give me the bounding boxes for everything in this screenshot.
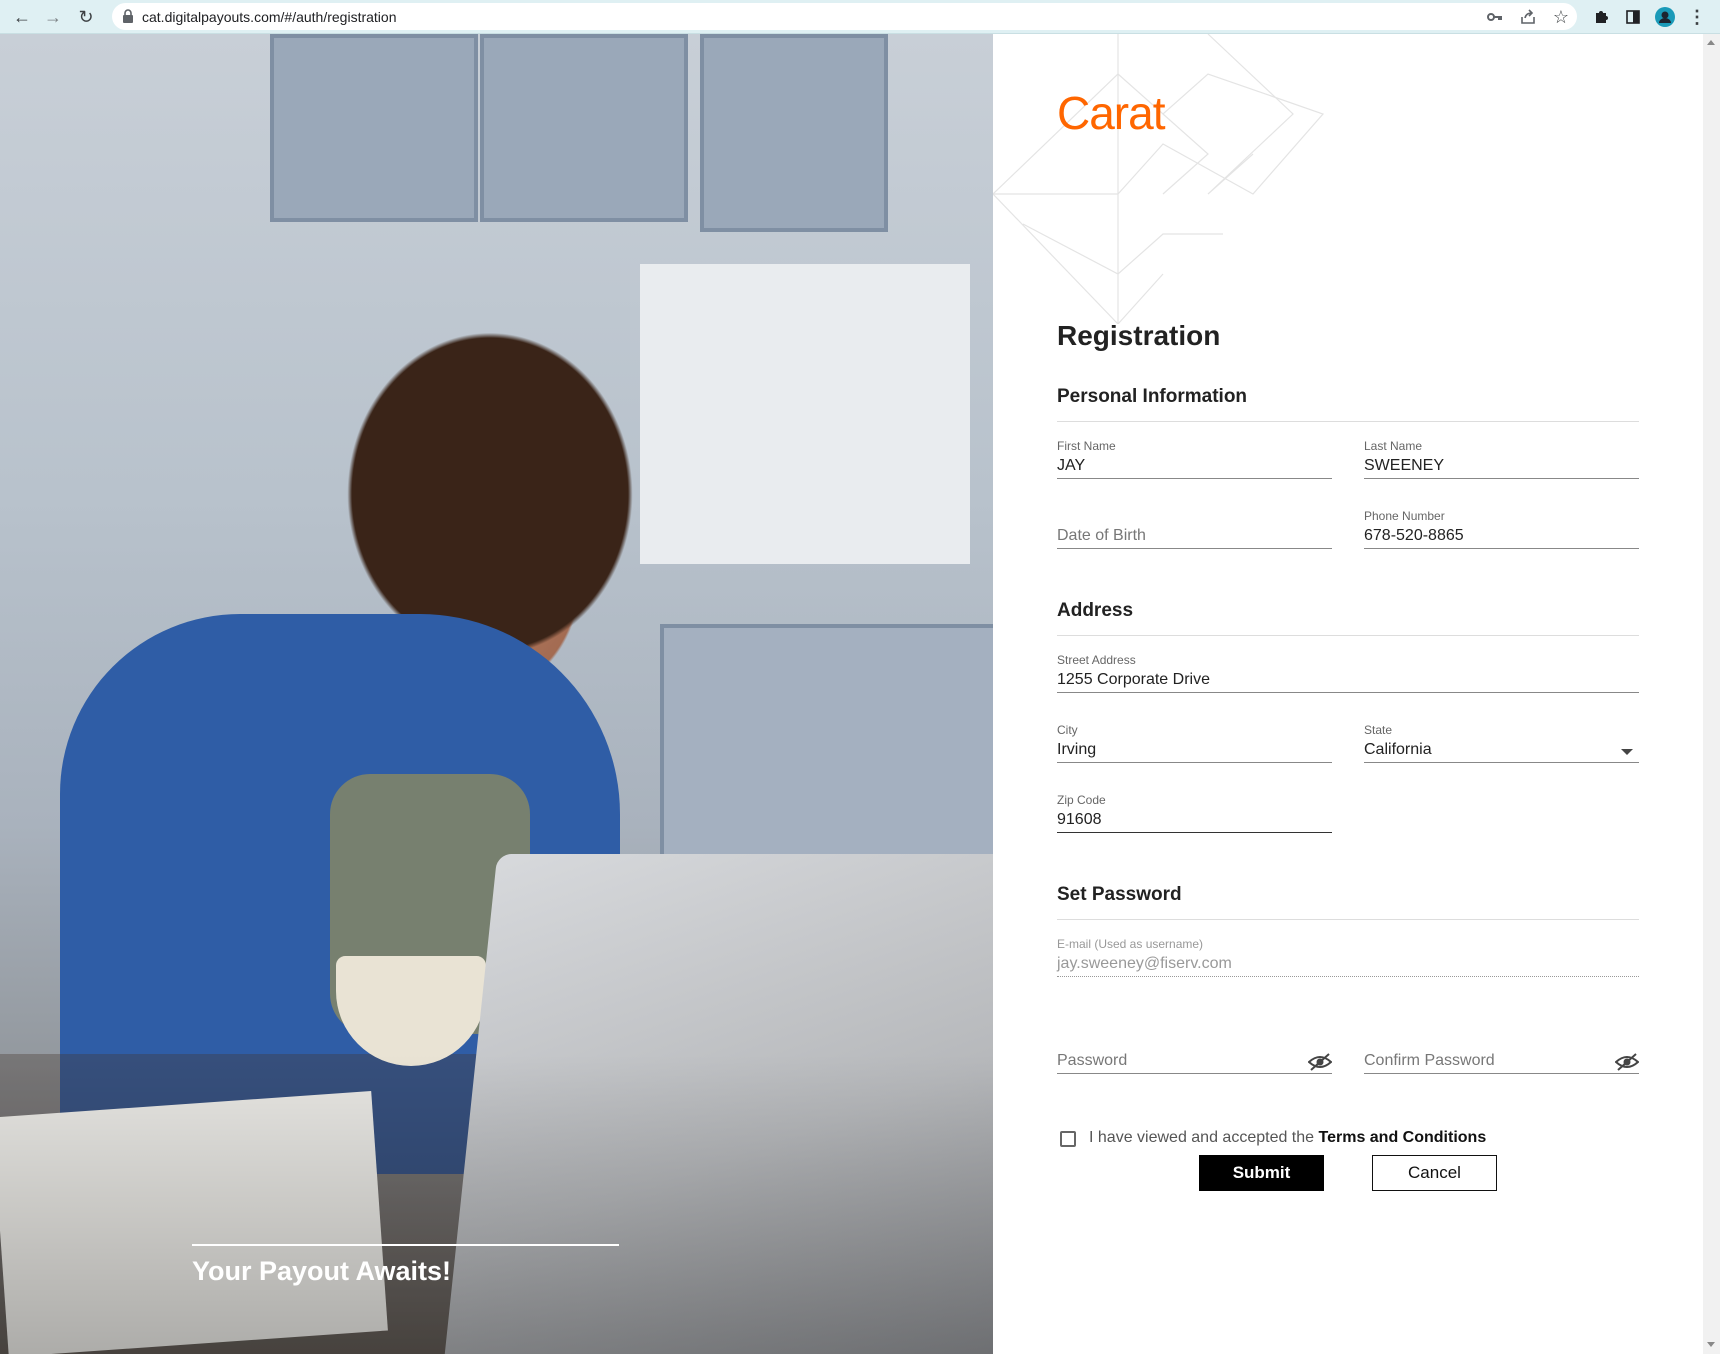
section-divider — [1057, 919, 1639, 920]
cancel-button[interactable]: Cancel — [1372, 1155, 1497, 1191]
kitchen-cabinet — [700, 34, 888, 232]
field-underline — [1364, 762, 1639, 763]
terms-link[interactable]: Terms and Conditions — [1319, 1129, 1487, 1146]
terms-checkbox[interactable] — [1060, 1131, 1076, 1147]
field-underline — [1057, 976, 1639, 977]
hero-overlay — [0, 1054, 993, 1354]
submit-button[interactable]: Submit — [1199, 1155, 1324, 1191]
kitchen-cabinet — [480, 34, 688, 222]
last-name-field[interactable]: Last Name SWEENEY — [1364, 439, 1639, 479]
phone-number-field[interactable]: Phone Number 678-520-8865 — [1364, 509, 1639, 549]
hero-image — [0, 34, 993, 1354]
email-value: jay.sweeney@fiserv.com — [1057, 955, 1232, 972]
back-icon[interactable]: ← — [11, 6, 33, 28]
section-divider — [1057, 421, 1639, 422]
state-label: State — [1364, 723, 1393, 737]
page-title: Registration — [1057, 320, 1221, 351]
hero-tagline: Your Payout Awaits! — [192, 1256, 452, 1286]
field-underline — [1057, 478, 1332, 479]
phone-number-label: Phone Number — [1364, 509, 1445, 523]
password-placeholder: Password — [1057, 1052, 1128, 1069]
bookmark-star-icon[interactable]: ☆ — [1550, 6, 1572, 28]
date-of-birth-placeholder: Date of Birth — [1057, 527, 1146, 544]
city-field[interactable]: City Irving — [1057, 723, 1332, 763]
share-icon[interactable] — [1517, 6, 1539, 28]
field-underline — [1057, 1073, 1332, 1074]
section-heading-password: Set Password — [1057, 884, 1182, 905]
confirm-password-field[interactable]: Confirm Password — [1364, 1034, 1639, 1074]
street-address-label: Street Address — [1057, 653, 1136, 667]
section-heading-personal: Personal Information — [1057, 386, 1248, 407]
key-icon[interactable] — [1484, 6, 1506, 28]
address-bar[interactable]: cat.digitalpayouts.com/#/auth/registrati… — [112, 3, 1577, 30]
registration-panel: Carat Registration Personal Information … — [993, 34, 1703, 1354]
dropdown-caret-icon[interactable] — [1621, 749, 1633, 755]
zip-code-value: 91608 — [1057, 811, 1102, 828]
email-field: E-mail (Used as username) jay.sweeney@fi… — [1057, 937, 1639, 977]
eye-off-icon[interactable] — [1615, 1052, 1639, 1072]
phone-number-value: 678-520-8865 — [1364, 527, 1464, 544]
password-field[interactable]: Password — [1057, 1034, 1332, 1074]
eye-off-icon[interactable] — [1308, 1052, 1332, 1072]
reload-icon[interactable]: ↻ — [75, 6, 97, 28]
scrollbar[interactable] — [1703, 34, 1720, 1354]
field-underline — [1057, 548, 1332, 549]
field-underline — [1364, 548, 1639, 549]
confirm-password-placeholder: Confirm Password — [1364, 1052, 1495, 1069]
url-text: cat.digitalpayouts.com/#/auth/registrati… — [142, 8, 397, 25]
first-name-label: First Name — [1057, 439, 1116, 453]
terms-prefix: I have viewed and accepted the — [1089, 1129, 1319, 1146]
zip-code-field[interactable]: Zip Code 91608 — [1057, 793, 1332, 833]
field-underline — [1364, 478, 1639, 479]
profile-avatar-icon[interactable] — [1654, 6, 1676, 28]
city-label: City — [1057, 723, 1078, 737]
section-heading-address: Address — [1057, 600, 1134, 621]
forward-icon[interactable]: → — [42, 6, 64, 28]
street-address-value: 1255 Corporate Drive — [1057, 671, 1210, 688]
field-underline — [1364, 1073, 1639, 1074]
date-of-birth-field[interactable]: Date of Birth — [1057, 509, 1332, 549]
field-underline — [1057, 832, 1332, 833]
state-value: California — [1364, 741, 1432, 758]
zip-code-label: Zip Code — [1057, 793, 1106, 807]
state-select[interactable]: State California — [1364, 723, 1639, 763]
first-name-value: JAY — [1057, 457, 1086, 474]
carat-logo: Carat — [1057, 87, 1165, 139]
geometric-pattern — [993, 34, 1325, 324]
email-label: E-mail (Used as username) — [1057, 937, 1204, 951]
street-address-field[interactable]: Street Address 1255 Corporate Drive — [1057, 653, 1639, 693]
last-name-label: Last Name — [1364, 439, 1423, 453]
field-underline — [1057, 762, 1332, 763]
lower-cabinet — [660, 624, 993, 862]
scroll-up-icon[interactable] — [1707, 40, 1715, 45]
last-name-value: SWEENEY — [1364, 457, 1445, 474]
hero-divider — [192, 1244, 619, 1246]
first-name-field[interactable]: First Name JAY — [1057, 439, 1332, 479]
city-value: Irving — [1057, 741, 1097, 758]
kitchen-cabinet — [270, 34, 478, 222]
lock-icon — [123, 9, 133, 23]
scroll-down-icon[interactable] — [1707, 1342, 1715, 1347]
side-panel-icon[interactable] — [1622, 6, 1644, 28]
field-underline — [1057, 692, 1639, 693]
menu-kebab-icon[interactable]: ⋮ — [1686, 6, 1708, 28]
browser-toolbar: ← → ↻ cat.digitalpayouts.com/#/auth/regi… — [0, 0, 1720, 34]
section-divider — [1057, 635, 1639, 636]
extensions-icon[interactable] — [1590, 6, 1612, 28]
kitchen-shelf — [640, 264, 970, 564]
terms-text: I have viewed and accepted the Terms and… — [1089, 1129, 1486, 1147]
